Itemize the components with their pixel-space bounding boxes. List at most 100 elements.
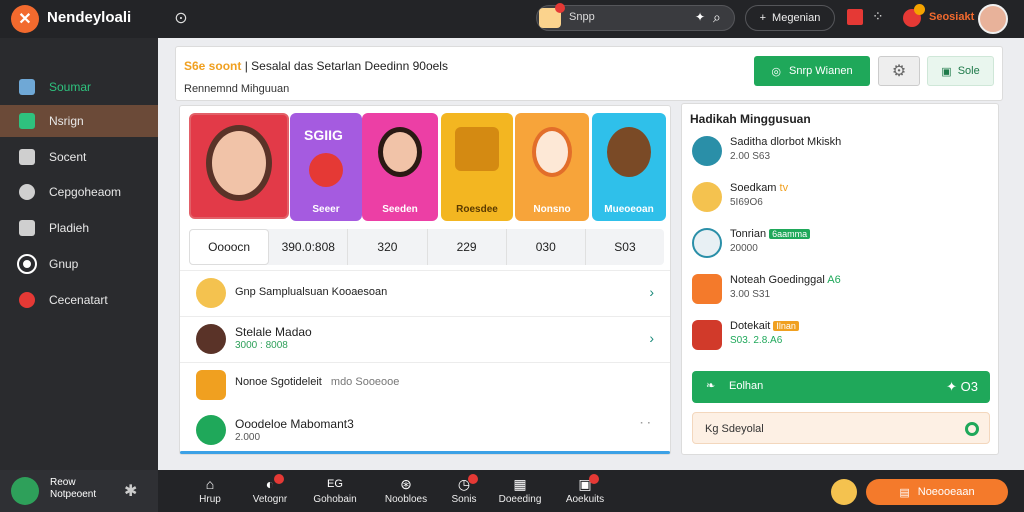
bottom-bar: Reow Notpeoent ✱ ⌂ Hrup ◐ Vetognr EG Goh… bbox=[0, 470, 1024, 512]
bottom-nav-item[interactable]: ⌂ Hrup bbox=[180, 474, 240, 508]
list-avatar bbox=[692, 274, 722, 304]
search-icon[interactable]: ⌕ bbox=[713, 9, 729, 25]
user-block[interactable]: Reow Notpeoent ✱ bbox=[0, 470, 158, 512]
search-placeholder: Snpp bbox=[569, 11, 595, 23]
character-face bbox=[309, 153, 343, 187]
panel-title: Hadikah Minggusuan bbox=[690, 112, 811, 126]
snrp-wianen-button[interactable]: ◎ Snrp Wianen bbox=[754, 56, 870, 86]
speech-icon bbox=[19, 184, 35, 200]
page-title: S6e soont | Sesalal das Setarlan Deedinn… bbox=[184, 59, 448, 73]
search-badge bbox=[555, 3, 565, 13]
character-tile[interactable]: Mueoeoan bbox=[592, 113, 666, 221]
sidebar-item-soumar[interactable]: Soumar bbox=[0, 71, 158, 103]
nav-badge bbox=[274, 474, 284, 484]
sidebar-item-cepgoheaom[interactable]: Cepgoheaom bbox=[0, 176, 158, 208]
right-panel: Hadikah Minggusuan Saditha dlorbot Mkisk… bbox=[681, 103, 999, 455]
list-item[interactable]: Ooodeloe Mabomant3 2.000 ⠂⠂ bbox=[180, 408, 670, 452]
item-name: Saditha dlorbot Mkiskh bbox=[730, 136, 842, 148]
list-item[interactable]: Noteah Goedinggal A6 3.00 S31 bbox=[690, 270, 990, 310]
item-meta: 20000 bbox=[730, 243, 758, 254]
character-tile[interactable]: Roesdee bbox=[441, 113, 513, 221]
sidebar-item-socent[interactable]: Socent bbox=[0, 141, 158, 173]
list-secondary: 3000 : 8008 bbox=[235, 340, 288, 351]
sidebar-item-label: Nsrign bbox=[49, 114, 84, 128]
save-icon: ▣ bbox=[941, 65, 952, 78]
tile-label: Seeden bbox=[382, 204, 418, 215]
list-item[interactable]: Soedkam tv 5I69O6 bbox=[690, 178, 990, 218]
list-item[interactable]: Stelale Madao 3000 : 8008 › bbox=[180, 316, 670, 360]
bottom-nav-item[interactable]: ▦ Doeeding bbox=[490, 474, 550, 508]
character-face bbox=[206, 125, 272, 201]
sidebar: Soumar Nsrign Socent Cepgoheaom Pladieh … bbox=[0, 38, 158, 470]
character-face bbox=[378, 127, 422, 177]
users-icon bbox=[19, 79, 35, 95]
more-icon[interactable]: ⠂⠂ bbox=[639, 419, 654, 430]
list-item[interactable]: Gnp Samplualsuan Kooaesoan › bbox=[180, 270, 670, 314]
settings-button[interactable]: ⚙ bbox=[878, 56, 920, 86]
search-input[interactable]: Snpp ✦ ⌕ bbox=[536, 3, 735, 31]
sidebar-item-label: Gnup bbox=[49, 257, 79, 271]
radio-icon[interactable] bbox=[965, 422, 979, 436]
sole-button[interactable]: ▣ Sole bbox=[927, 56, 994, 86]
title-text: Sesalal das Setarlan Deedinn 90oels bbox=[251, 59, 448, 73]
top-username[interactable]: Seosiakt bbox=[929, 11, 974, 23]
item-meta: 2.00 S63 bbox=[730, 151, 771, 162]
sidebar-item-label: Socent bbox=[49, 150, 87, 164]
character-tile[interactable]: Seeden bbox=[362, 113, 438, 221]
gamepad-icon[interactable]: ⊙ bbox=[170, 8, 192, 30]
list-avatar bbox=[196, 278, 226, 308]
list-avatar bbox=[196, 415, 226, 445]
megenian-label: Megenian bbox=[772, 12, 821, 24]
stat-cell: 229 bbox=[428, 229, 507, 265]
more-icon[interactable]: ⁘ bbox=[872, 8, 884, 25]
bottom-nav-item[interactable]: ◐ Vetognr bbox=[240, 474, 300, 508]
home-icon: ⌂ bbox=[205, 476, 215, 492]
chevron-right-icon[interactable]: › bbox=[649, 284, 654, 300]
avatar[interactable] bbox=[831, 479, 857, 505]
list-item[interactable]: Saditha dlorbot Mkiskh 2.00 S63 bbox=[690, 132, 990, 172]
tile-label: Mueoeoan bbox=[604, 204, 654, 215]
nav-label: Doeeding bbox=[498, 494, 542, 505]
bell-icon: ◎ bbox=[771, 65, 781, 78]
user-avatar[interactable] bbox=[978, 4, 1008, 34]
nav-badge bbox=[468, 474, 478, 484]
btn-label: Eolhan bbox=[729, 380, 764, 392]
sidebar-item-gnup[interactable]: Gnup bbox=[0, 248, 158, 280]
character-tile-hero[interactable] bbox=[189, 113, 289, 219]
sidebar-item-pladieh[interactable]: Pladieh bbox=[0, 212, 158, 244]
leaf-icon: ❧ bbox=[706, 380, 716, 392]
list-item[interactable]: Tonrian 6aamma 20000 bbox=[690, 224, 990, 264]
sdeyolal-field[interactable]: Kg Sdeyolal bbox=[692, 412, 990, 444]
stat-cell[interactable]: Oooocn bbox=[189, 229, 270, 265]
bottom-nav-item[interactable]: ◷ Sonis bbox=[434, 474, 494, 508]
bottom-nav-item[interactable]: ⊛ Noobloes bbox=[376, 474, 436, 508]
app-logo-icon[interactable]: ✕ bbox=[11, 5, 39, 33]
item-name-text: Tonrian bbox=[730, 228, 767, 240]
grid-icon: ▦ bbox=[513, 476, 527, 492]
list-primary: Ooodeloe Mabomant3 bbox=[235, 417, 354, 431]
sparkle-icon[interactable]: ✦ bbox=[695, 10, 705, 24]
list-item[interactable]: Nonoe Sgotideleit mdo Sooeooe bbox=[180, 362, 670, 406]
megenian-button[interactable]: + Megenian bbox=[745, 5, 835, 31]
notification-badge bbox=[914, 4, 925, 15]
list-item[interactable]: Dotekait Ilnan S03. 2.8.A6 bbox=[690, 316, 990, 356]
title-highlight: S6e soont bbox=[184, 59, 242, 73]
noeooeaan-button[interactable]: ▤ Noeooeaan bbox=[866, 479, 1008, 505]
item-tag: 6aamma bbox=[769, 229, 811, 239]
bottom-nav-item[interactable]: EG Gohobain bbox=[305, 474, 365, 508]
globe-icon: ⊛ bbox=[400, 476, 412, 492]
item-tag: tv bbox=[779, 182, 789, 194]
chevron-right-icon[interactable]: › bbox=[649, 330, 654, 346]
settings-icon[interactable]: ✱ bbox=[124, 481, 137, 501]
bottom-nav-item[interactable]: ▣ Aoekuits bbox=[555, 474, 615, 508]
eolhan-button[interactable]: ❧ Eolhan ✦ O3 bbox=[692, 371, 990, 403]
sidebar-item-nsrign[interactable]: Nsrign bbox=[0, 105, 158, 137]
ban-icon bbox=[19, 292, 35, 308]
stat-cell: 390.0:808 bbox=[269, 229, 349, 265]
nav-label: Sonis bbox=[451, 494, 477, 505]
tile-label: Seeer bbox=[312, 204, 340, 215]
sidebar-item-cecenatart[interactable]: Cecenatart bbox=[0, 284, 158, 316]
character-tile[interactable]: SGIIG Seeer bbox=[290, 113, 362, 221]
gift-icon[interactable] bbox=[847, 9, 863, 25]
character-tile[interactable]: Nonsno bbox=[515, 113, 589, 221]
